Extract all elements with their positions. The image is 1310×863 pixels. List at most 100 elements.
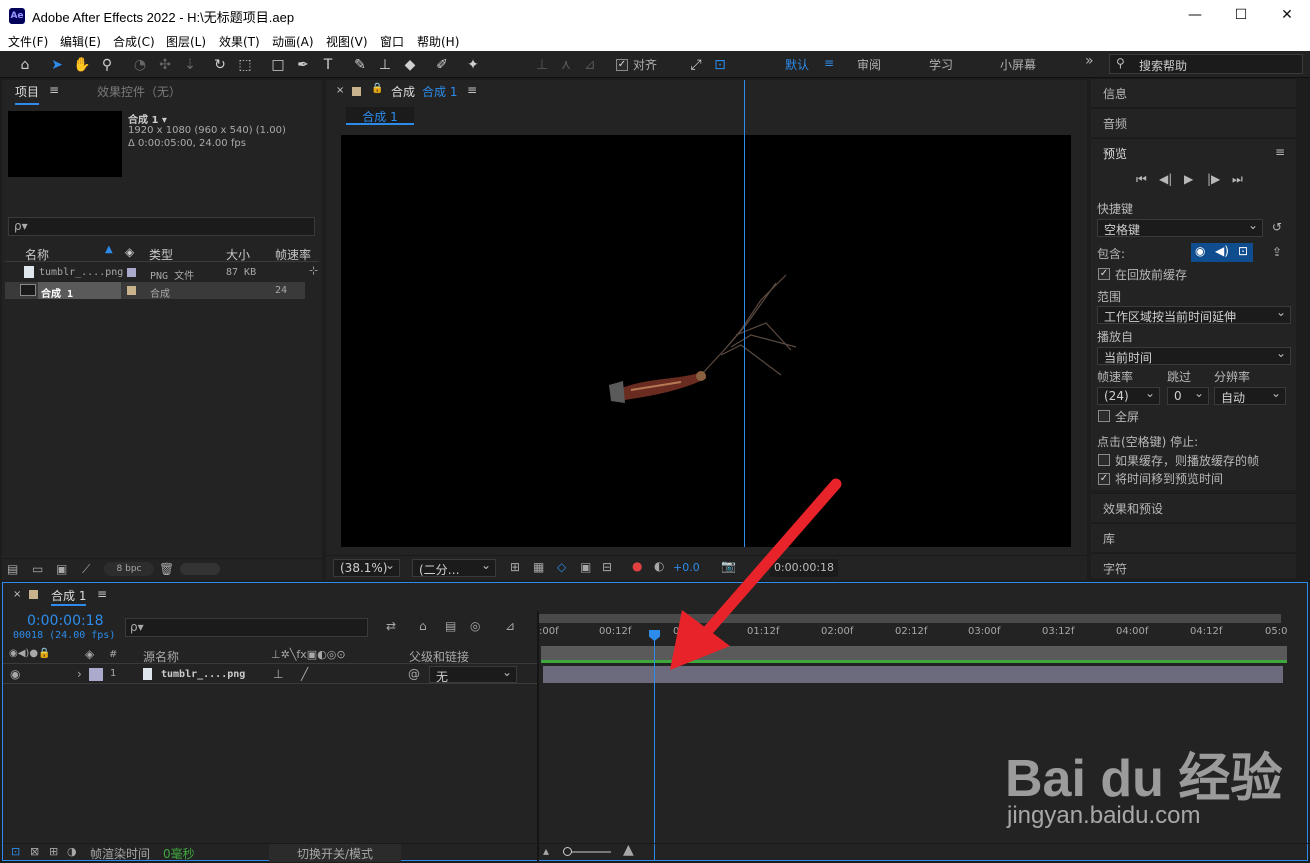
export-icon[interactable]: ⇪ xyxy=(1272,245,1282,259)
col-fps[interactable]: 帧速率 xyxy=(275,246,311,263)
menu-file[interactable]: 文件(F) xyxy=(8,33,48,50)
bpc-button[interactable]: 8 bpc xyxy=(104,562,154,576)
tab-composition-name[interactable]: 合成 1 xyxy=(422,83,457,100)
layer-row[interactable]: ◉ › 1 tumblr_....png ⊥ ╱ @ 无 xyxy=(3,665,537,684)
project-search-input[interactable]: ρ▾ xyxy=(8,217,315,236)
library-header[interactable]: 库 xyxy=(1091,523,1296,552)
layer-label-color[interactable] xyxy=(89,668,103,681)
selection-tool-icon[interactable]: ➤ xyxy=(47,55,67,75)
toggle-switches-modes[interactable]: 切换开关/模式 xyxy=(269,844,401,862)
last-frame-icon[interactable]: ⏭ xyxy=(1232,172,1243,187)
snap-extent-icon[interactable]: ⊡ xyxy=(710,55,730,75)
home-icon[interactable]: ⌂ xyxy=(15,55,35,75)
workspace-menu-icon[interactable]: ≡ xyxy=(824,56,834,70)
brush-tool-icon[interactable]: ✎ xyxy=(350,55,370,75)
project-row[interactable]: tumblr_....png PNG 文件 87 KB ⊹ xyxy=(5,264,319,282)
mask-path-icon[interactable]: ◇ xyxy=(557,560,566,574)
anchor-tool-icon[interactable]: ⬚ xyxy=(235,55,255,75)
trash-icon[interactable]: 🗑 xyxy=(159,562,174,576)
in-out-icon[interactable]: ⊞ xyxy=(49,845,58,858)
interpret-footage-icon[interactable]: ▤ xyxy=(7,562,18,576)
new-folder-icon[interactable]: ▭ xyxy=(32,562,43,576)
time-navigator[interactable] xyxy=(539,614,1281,623)
zoom-tool-icon[interactable]: ⚲ xyxy=(97,55,117,75)
menu-window[interactable]: 窗口 xyxy=(380,33,404,50)
roto-brush-icon[interactable]: ✐ xyxy=(432,55,452,75)
video-eye-icon[interactable]: ◉ xyxy=(1195,244,1205,258)
zoom-slider-thumb[interactable] xyxy=(563,847,572,856)
zoom-dropdown[interactable]: (38.1%) xyxy=(333,558,400,577)
workspace-learn[interactable]: 学习 xyxy=(929,56,953,73)
range-dropdown[interactable]: 工作区域按当前时间延伸 xyxy=(1097,305,1291,324)
dolly-camera-icon[interactable]: ⇣ xyxy=(180,55,200,75)
preview-menu-icon[interactable]: ≡ xyxy=(1275,145,1285,159)
col-parent[interactable]: 父级和链接 xyxy=(409,648,469,665)
work-area-bar[interactable] xyxy=(541,646,1287,660)
layer-name[interactable]: tumblr_....png xyxy=(161,669,245,680)
menu-view[interactable]: 视图(V) xyxy=(326,33,368,50)
tab-effect-controls[interactable]: 效果控件（无） xyxy=(97,83,181,100)
close-tab-icon[interactable]: × xyxy=(13,589,21,600)
project-menu-icon[interactable]: ≡ xyxy=(49,83,59,97)
skip-dropdown[interactable]: 0 xyxy=(1167,386,1209,405)
fullscreen-checkbox[interactable] xyxy=(1098,410,1110,422)
menu-effect[interactable]: 效果(T) xyxy=(219,33,260,50)
parent-dropdown[interactable]: 无 xyxy=(429,665,517,684)
info-panel-header[interactable]: 信息 xyxy=(1091,78,1296,107)
cache-before-checkbox[interactable]: ✓ xyxy=(1098,268,1110,280)
rotate-tool-icon[interactable]: ↻ xyxy=(210,55,230,75)
first-frame-icon[interactable]: ⏮ xyxy=(1136,172,1147,187)
view-axis-icon[interactable]: ⊿ xyxy=(580,55,600,75)
pickwhip-icon[interactable]: @ xyxy=(408,667,420,681)
shortcut-dropdown[interactable]: 空格键 xyxy=(1097,218,1263,237)
pan-camera-icon[interactable]: ✣ xyxy=(155,55,175,75)
fast-preview-icon[interactable]: ⊞ xyxy=(510,560,520,574)
col-type[interactable]: 类型 xyxy=(149,246,173,263)
close-button[interactable]: ✕ xyxy=(1264,0,1310,31)
zoom-in-icon[interactable]: ▲ xyxy=(623,842,634,858)
orbit-camera-icon[interactable]: ◔ xyxy=(130,55,150,75)
resolution-dropdown[interactable]: (二分… xyxy=(412,558,496,577)
col-name[interactable]: 名称 xyxy=(25,246,49,263)
menu-help[interactable]: 帮助(H) xyxy=(417,33,459,50)
fps-dropdown[interactable]: (24) xyxy=(1097,386,1160,405)
channel-rgb-icon[interactable]: ● xyxy=(632,559,642,573)
zoom-out-icon[interactable]: ▴ xyxy=(543,844,549,858)
audio-speaker-icon[interactable]: ◀) xyxy=(1215,244,1229,258)
menu-animation[interactable]: 动画(A) xyxy=(272,33,314,50)
current-timecode[interactable]: 0:00:00:18 xyxy=(27,613,104,629)
col-size[interactable]: 大小 xyxy=(226,246,250,263)
render-time-icon[interactable]: ◑ xyxy=(67,845,77,858)
shy-layers-icon[interactable]: ▤ xyxy=(445,619,456,633)
world-axis-icon[interactable]: ⋏ xyxy=(556,55,576,75)
type-tool-icon[interactable]: T xyxy=(318,55,338,75)
quality-switch-icon[interactable]: ╱ xyxy=(301,667,308,681)
frame-blending-icon[interactable]: ◎ xyxy=(470,619,480,633)
layer-switches-icon[interactable]: ⊡ xyxy=(11,845,20,858)
project-row-selected[interactable]: 合成 1 合成 24 xyxy=(5,282,305,300)
expand-chevron-icon[interactable]: › xyxy=(77,667,82,681)
flowchart-icon[interactable]: ⟋ xyxy=(82,562,90,577)
lock-icon[interactable]: 🔒 xyxy=(371,83,383,94)
snap-option-icon[interactable]: ⤢ xyxy=(686,55,706,75)
effects-presets-header[interactable]: 效果和预设 xyxy=(1091,493,1296,522)
clone-stamp-icon[interactable]: ⊥ xyxy=(375,55,395,75)
pen-tool-icon[interactable]: ✒ xyxy=(293,55,313,75)
comp-breadcrumb[interactable]: 合成 1 xyxy=(346,107,414,125)
next-frame-icon[interactable]: |▶ xyxy=(1207,172,1220,186)
play-from-dropdown[interactable]: 当前时间 xyxy=(1097,346,1291,365)
menu-composition[interactable]: 合成(C) xyxy=(113,33,155,50)
visibility-eye-icon[interactable]: ◉ xyxy=(10,667,20,681)
local-axis-icon[interactable]: ⊥ xyxy=(532,55,552,75)
character-header[interactable]: 字符 xyxy=(1091,553,1296,578)
tab-project[interactable]: 项目 xyxy=(15,83,40,105)
timeline-menu-icon[interactable]: ≡ xyxy=(97,587,107,601)
hand-tool-icon[interactable]: ✋ xyxy=(72,55,92,75)
grid-guides-icon[interactable]: ⊟ xyxy=(602,560,612,574)
help-search-box[interactable]: ⚲ 搜索帮助 xyxy=(1109,54,1303,74)
region-of-interest-icon[interactable]: ▣ xyxy=(580,560,591,574)
prev-frame-icon[interactable]: ◀| xyxy=(1159,172,1172,186)
thumbnail-slider[interactable] xyxy=(180,563,220,575)
transfer-controls-icon[interactable]: ⊠ xyxy=(30,845,39,858)
resolution-dropdown[interactable]: 自动 xyxy=(1214,386,1286,405)
